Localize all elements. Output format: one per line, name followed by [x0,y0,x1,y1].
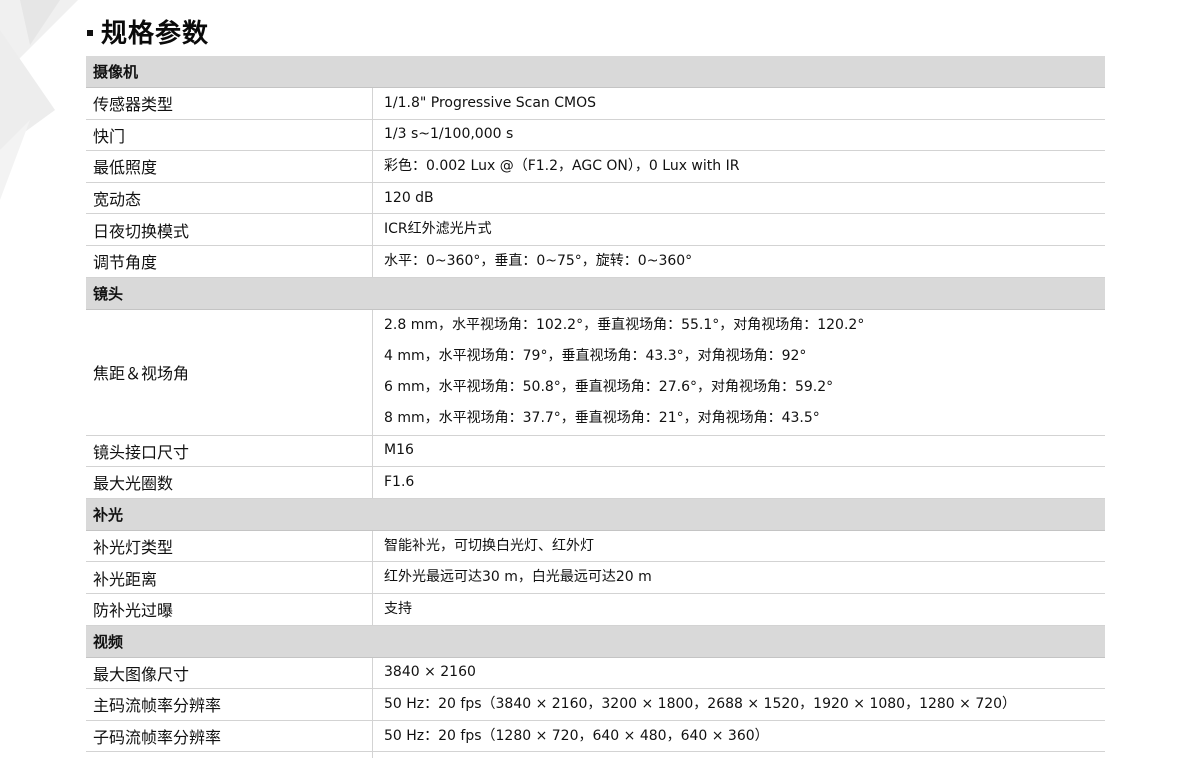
section-header-label: 视频 [93,632,124,651]
spec-value-line: 50 Hz：20 fps（1280 × 720，640 × 480，640 × … [384,727,769,744]
spec-value-line: 50 Hz：20 fps（3840 × 2160，3200 × 1800，268… [384,695,1017,712]
spec-row: 日夜切换模式 ICR红外滤光片式 [86,214,1105,246]
spec-value: 支持 [373,594,1105,625]
section-header: 视频 [86,625,1105,658]
spec-value-line: 1/1.8" Progressive Scan CMOS [384,94,597,111]
spec-value-line: 水平：0~360°，垂直：0~75°，旋转：0~360° [384,252,693,269]
spec-value: 2.8 mm，水平视场角：102.2°，垂直视场角：55.1°，对角视场角：12… [373,310,1105,435]
spec-value-line: 支持 [384,600,412,617]
title-bullet-icon [87,29,93,36]
spec-value-line: 4 mm，水平视场角：79°，垂直视场角：43.3°，对角视场角：92° [384,348,807,365]
spec-label: 传感器类型 [86,88,373,119]
spec-label: 日夜切换模式 [86,214,373,245]
table-column-divider-stub [372,751,373,758]
spec-label: 最大光圈数 [86,467,373,498]
spec-value-line: 6 mm，水平视场角：50.8°，垂直视场角：27.6°，对角视场角：59.2° [384,379,834,396]
spec-row: 补光距离 红外光最远可达30 m，白光最远可达20 m [86,562,1105,594]
spec-value-line: M16 [384,442,414,459]
spec-value-line: ICR红外滤光片式 [384,221,492,238]
spec-value-line: 1/3 s~1/100,000 s [384,126,514,143]
page-title-text: 规格参数 [101,19,210,49]
spec-value: 水平：0~360°，垂直：0~75°，旋转：0~360° [373,246,1105,277]
spec-row: 子码流帧率分辨率 50 Hz：20 fps（1280 × 720，640 × 48… [86,720,1105,753]
section-header: 补光 [86,498,1105,531]
spec-label: 快门 [86,119,373,151]
spec-row: 快门 1/3 s~1/100,000 s [86,119,1105,152]
section-header-label: 镜头 [93,284,124,303]
spec-row: 传感器类型 1/1.8" Progressive Scan CMOS [86,88,1105,120]
spec-value: 智能补光，可切换白光灯、红外灯 [373,531,1105,562]
spec-value: 1/3 s~1/100,000 s [373,120,1105,151]
spec-table: 摄像机传感器类型 1/1.8" Progressive Scan CMOS 快门 1/… [86,56,1105,753]
spec-value: 50 Hz：20 fps（1280 × 720，640 × 480，640 × … [373,721,1105,752]
spec-value-line: 红外光最远可达30 m，白光最远可达20 m [384,569,652,586]
spec-label: 宽动态 [86,182,373,214]
spec-value: 120 dB [373,183,1105,214]
spec-value-line: F1.6 [384,473,415,490]
spec-row: 镜头接口尺寸 M16 [86,435,1105,468]
section-header-label: 补光 [93,505,124,524]
spec-value: 红外光最远可达30 m，白光最远可达20 m [373,562,1105,593]
spec-label: 调节角度 [86,245,373,277]
decorative-triangles-graphic [0,0,78,200]
spec-row: 防补光过曝 支持 [86,593,1105,626]
spec-row: 调节角度 水平：0~360°，垂直：0~75°，旋转：0~360° [86,245,1105,278]
spec-label: 最大图像尺寸 [86,657,373,689]
spec-label: 最低照度 [86,151,373,182]
spec-row: 焦距＆视场角 2.8 mm，水平视场角：102.2°，垂直视场角：55.1°，对角… [86,309,1105,436]
spec-value: ICR红外滤光片式 [373,214,1105,245]
page-title: 规格参数 [87,14,209,54]
spec-row: 宽动态 120 dB [86,182,1105,215]
spec-value: F1.6 [373,467,1105,498]
spec-label: 焦距＆视场角 [86,309,373,435]
spec-value: M16 [373,436,1105,467]
spec-value-line: 彩色：0.002 Lux @（F1.2，AGC ON），0 Lux with I… [384,157,740,174]
section-header: 摄像机 [86,56,1105,88]
section-header-label: 摄像机 [93,63,139,81]
spec-value-line: 3840 × 2160 [384,664,476,681]
section-header: 镜头 [86,277,1105,310]
spec-label: 子码流帧率分辨率 [86,720,373,752]
spec-value: 50 Hz：20 fps（3840 × 2160，3200 × 1800，268… [373,689,1105,720]
spec-value: 1/1.8" Progressive Scan CMOS [373,88,1105,119]
spec-label: 补光灯类型 [86,530,373,562]
spec-value-line: 2.8 mm，水平视场角：102.2°，垂直视场角：55.1°，对角视场角：12… [384,317,865,334]
spec-row: 最大图像尺寸 3840 × 2160 [86,657,1105,690]
spec-row: 最低照度 彩色：0.002 Lux @（F1.2，AGC ON），0 Lux wi… [86,151,1105,183]
spec-row: 主码流帧率分辨率 50 Hz：20 fps（3840 × 2160，3200 × … [86,689,1105,721]
spec-label: 补光距离 [86,562,373,593]
spec-row: 最大光圈数 F1.6 [86,467,1105,499]
spec-value-line: 8 mm，水平视场角：37.7°，垂直视场角：21°，对角视场角：43.5° [384,410,820,427]
spec-label: 防补光过曝 [86,593,373,625]
spec-label: 主码流帧率分辨率 [86,689,373,720]
spec-row: 补光灯类型 智能补光，可切换白光灯、红外灯 [86,530,1105,563]
spec-value: 彩色：0.002 Lux @（F1.2，AGC ON），0 Lux with I… [373,151,1105,182]
spec-value-line: 120 dB [384,189,434,206]
spec-value-line: 智能补光，可切换白光灯、红外灯 [384,537,594,554]
spec-label: 镜头接口尺寸 [86,435,373,467]
spec-value: 3840 × 2160 [373,658,1105,689]
